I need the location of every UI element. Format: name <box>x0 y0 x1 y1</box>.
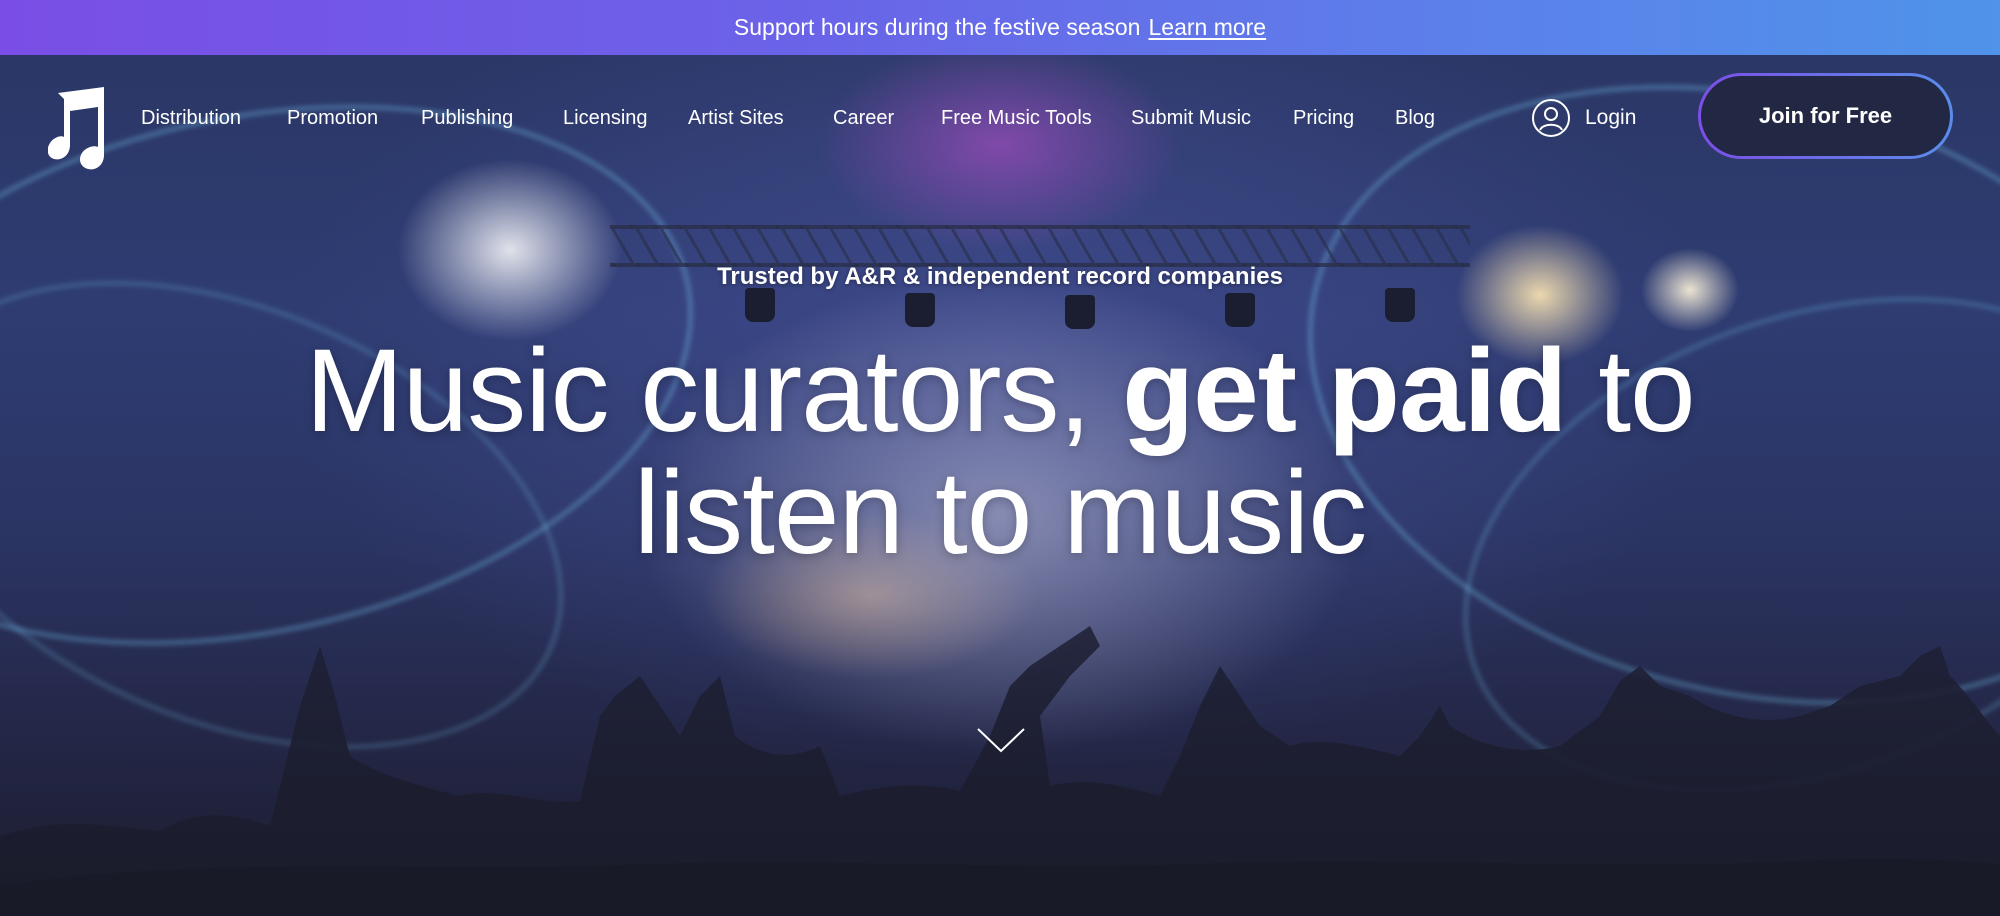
nav-promotion[interactable]: Promotion <box>287 107 378 130</box>
stage-lamp <box>1065 295 1095 329</box>
stage-lamp <box>745 288 775 322</box>
headline-line-2: listen to music <box>633 447 1368 579</box>
nav-free-music-tools[interactable]: Free Music Tools <box>941 107 1092 130</box>
announcement-message: Support hours during the festive season <box>733 14 1141 40</box>
join-for-free-button[interactable]: Join for Free <box>1698 73 1953 159</box>
nav-artist-sites[interactable]: Artist Sites <box>688 107 784 130</box>
stage-lamp <box>1225 293 1255 327</box>
stage-lamp <box>905 293 935 327</box>
login-label: Login <box>1585 106 1637 129</box>
main-nav: Distribution Promotion Publishing Licens… <box>0 55 2000 180</box>
nav-submit-music[interactable]: Submit Music <box>1131 107 1251 130</box>
headline-part-2: to <box>1566 325 1695 457</box>
nav-pricing[interactable]: Pricing <box>1293 107 1354 130</box>
chevron-down-icon[interactable] <box>976 725 1026 755</box>
stage-truss <box>610 225 1470 267</box>
login-link[interactable]: Login <box>1531 98 1636 138</box>
announcement-bar: Support hours during the festive season … <box>0 0 2000 55</box>
nav-blog[interactable]: Blog <box>1395 107 1435 130</box>
stage-lamp <box>1385 288 1415 322</box>
nav-distribution[interactable]: Distribution <box>141 107 241 130</box>
headline-line-1: Music curators, get paid to <box>0 330 2000 452</box>
headline-part-1: Music curators, <box>305 325 1123 457</box>
user-circle-icon <box>1532 99 1570 137</box>
hero-headline: Music curators, get paid to listen to mu… <box>0 330 2000 574</box>
nav-career[interactable]: Career <box>833 107 894 130</box>
headline-bold: get paid <box>1122 325 1567 457</box>
nav-licensing[interactable]: Licensing <box>563 107 648 130</box>
learn-more-link[interactable]: Learn more <box>1148 14 1266 41</box>
nav-publishing[interactable]: Publishing <box>421 107 513 130</box>
hero-tagline: Trusted by A&R & independent record comp… <box>717 263 1283 290</box>
join-label: Join for Free <box>1701 76 1950 156</box>
music-note-icon[interactable] <box>48 85 108 170</box>
